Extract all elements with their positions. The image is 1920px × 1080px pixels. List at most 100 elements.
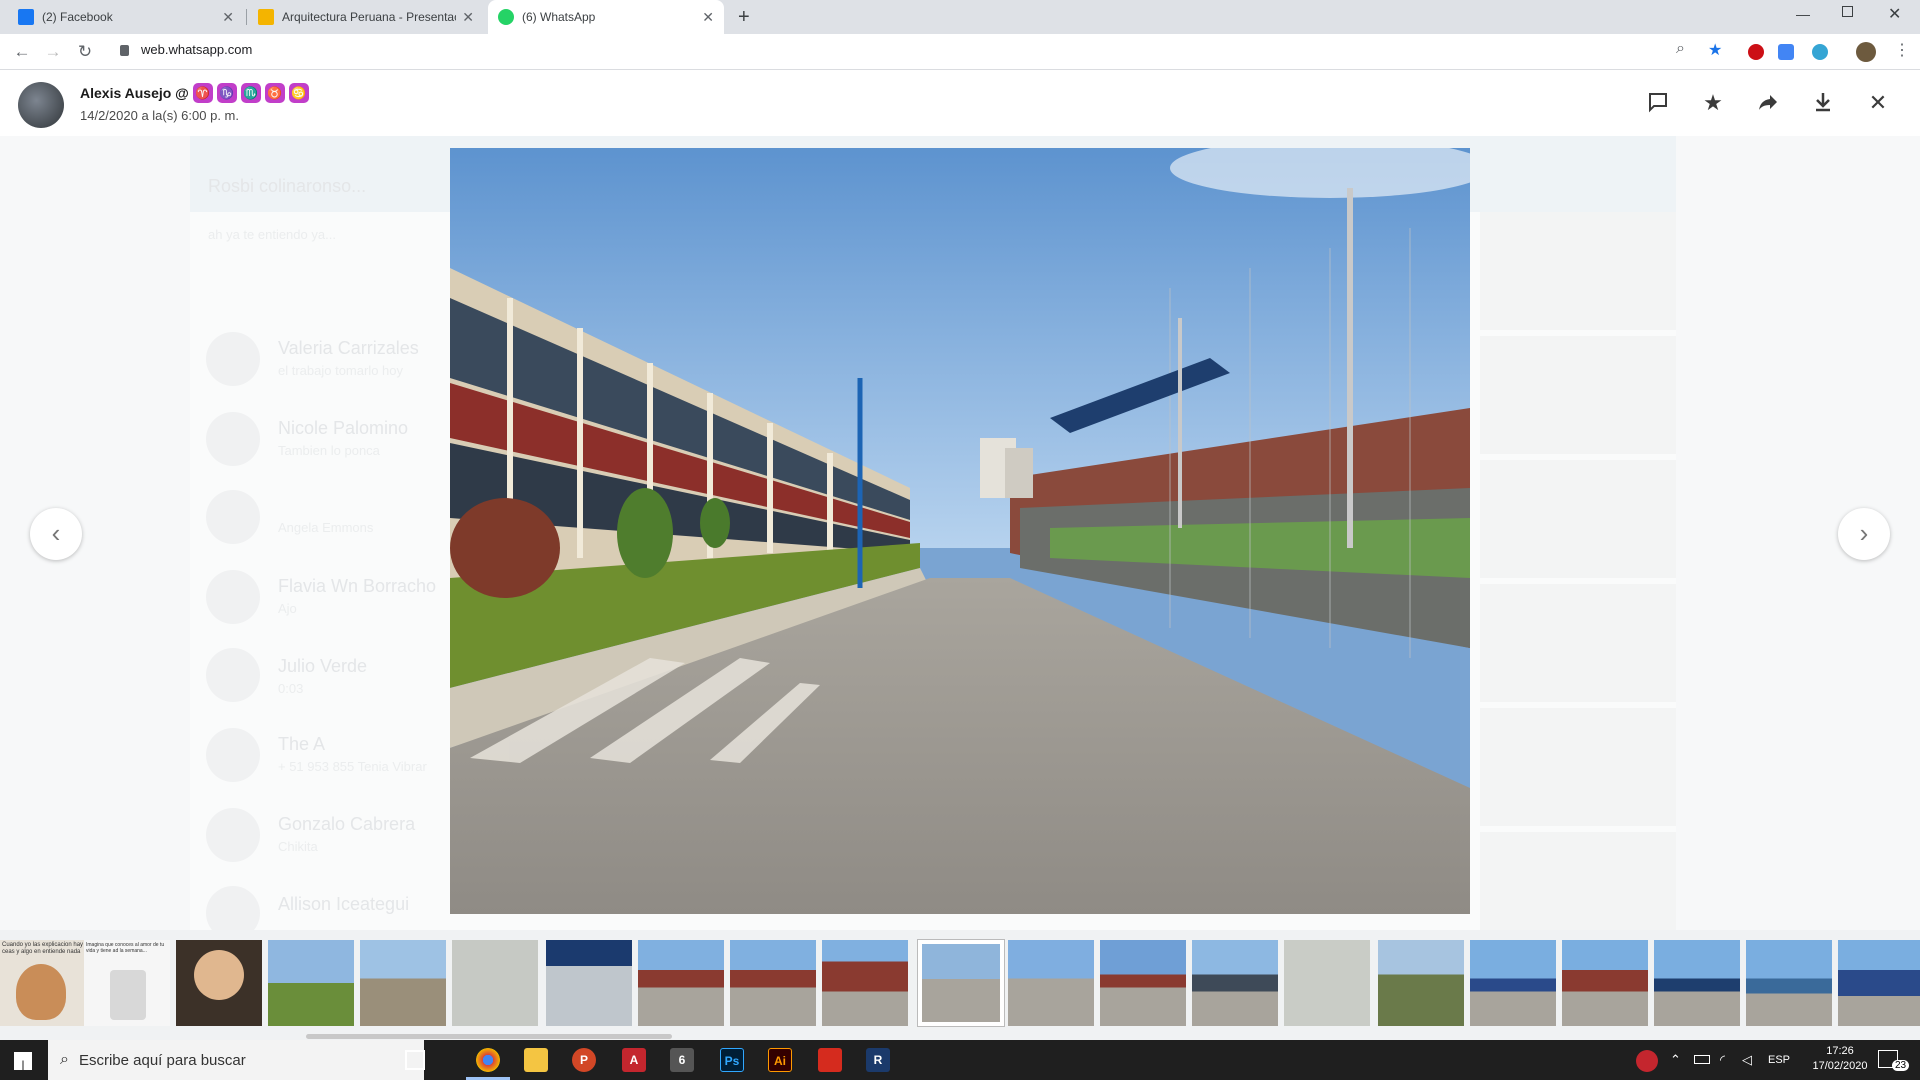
revit-icon[interactable]: R [866,1048,890,1072]
next-media-button[interactable]: › [1838,508,1890,560]
translate-extension-icon[interactable] [1778,44,1794,60]
thumbnail-school-building[interactable] [638,940,724,1026]
close-window-icon[interactable]: ✕ [1888,4,1901,24]
tab-whatsapp[interactable]: (6) WhatsApp ✕ [488,0,724,34]
thumbnail-palm-trees[interactable] [268,940,354,1026]
menu-icon[interactable]: ⋮ [1894,40,1910,60]
powerpoint-icon[interactable]: P [572,1048,596,1072]
thumbnail-school-building[interactable] [730,940,816,1026]
close-tab-icon[interactable]: ✕ [702,9,714,26]
thumbnail-stairs[interactable] [546,940,632,1026]
app-badge-icon[interactable]: 6 [670,1048,694,1072]
star-icon[interactable]: ★ [1700,90,1726,116]
address-bar[interactable]: web.whatsapp.com [141,42,252,57]
search-placeholder: Escribe aquí para buscar [78,1051,246,1069]
tab-title: (2) Facebook [42,10,113,24]
photoshop-icon[interactable]: Ps [720,1048,744,1072]
thumbnail-school-building[interactable] [1100,940,1186,1026]
zoom-icon[interactable]: ⌕ [1676,40,1685,58]
file-explorer-icon[interactable] [524,1048,548,1072]
ghost-chat-preview: Angela Emmons [278,520,374,535]
sender-avatar[interactable] [18,82,64,128]
ghost-avatar [206,332,260,386]
sketchup-icon[interactable] [818,1048,842,1072]
ghost-chat-preview: 0:03 [278,681,304,696]
thumbnail-model[interactable] [452,940,538,1026]
slides-icon [258,9,274,25]
battery-icon[interactable] [1694,1055,1710,1064]
ghost-chat-name: Rosbi colinaronso... [208,176,367,196]
bookmark-star-icon[interactable]: ★ [1708,40,1722,60]
reload-icon[interactable]: ↻ [74,41,96,63]
illustrator-icon[interactable]: Ai [768,1048,792,1072]
thumbnail-school-building[interactable] [1562,940,1648,1026]
thumbnail-blue-dome[interactable] [1838,940,1920,1026]
download-icon[interactable] [1810,90,1836,116]
tab-presentation[interactable]: Arquitectura Peruana - Presentac ✕ [248,0,484,34]
autocad-icon[interactable]: A [622,1048,646,1072]
reply-icon[interactable] [1645,90,1671,116]
thumbnail-blue-dome[interactable] [1470,940,1556,1026]
thumbnail-child-portrait[interactable] [176,940,262,1026]
thumbnail-blue-stand[interactable] [1654,940,1740,1026]
ghost-chat-name: Allison Iceategui [278,894,410,914]
chrome-icon[interactable] [476,1048,500,1072]
thumbnail-scrollbar[interactable] [306,1034,672,1039]
lock-icon[interactable] [120,45,129,56]
thumbnail-gym-building[interactable] [1192,940,1278,1026]
close-tab-icon[interactable]: ✕ [462,9,474,26]
ghost-chat-name: The A [278,734,326,754]
thumbnail-field-fence[interactable] [360,940,446,1026]
thumbnail-blender-meme[interactable]: Imagina que conoces al amor de tu vida y… [84,940,170,1026]
scorpio-emoji: ♏ [240,83,261,103]
close-icon[interactable]: ✕ [1865,90,1891,116]
ghost-chat: Julio Verde 0:03 [278,656,367,696]
thumbnail-caption: Imagina que conoces al amor de tu vida y… [86,942,165,954]
thumbnail-selected-street[interactable] [918,940,1004,1026]
forward-icon[interactable]: → [42,41,64,63]
task-view-icon[interactable] [405,1050,425,1070]
thumbnail-school-building[interactable] [822,940,908,1026]
thumbnail-building[interactable] [1746,940,1832,1026]
minimize-window-icon[interactable]: — [1796,6,1810,22]
wifi-icon[interactable]: ◜ [1720,1052,1725,1068]
ghost-avatar [206,648,260,702]
notification-count: 23 [1892,1060,1910,1071]
opera-extension-icon[interactable] [1748,44,1764,60]
autodesk-tray-icon[interactable] [1636,1050,1658,1072]
taskbar-search[interactable]: ⌕ Escribe aquí para buscar [48,1040,424,1080]
language-indicator[interactable]: ESP [1768,1054,1790,1066]
thumbnail-street[interactable] [1008,940,1094,1026]
new-tab-button[interactable]: + [738,6,750,29]
ghost-avatar [206,570,260,624]
thumbnail-caption: Cuando yo las explicacion hay ceas y alg… [2,942,84,955]
thumbnail-dog-meme[interactable]: Cuando yo las explicacion hay ceas y alg… [0,940,86,1026]
chevron-up-icon[interactable]: ⌃ [1670,1052,1681,1068]
ghost-avatar [206,490,260,544]
tab-facebook[interactable]: (2) Facebook ✕ [8,0,244,34]
extension-icon[interactable] [1812,44,1828,60]
whatsapp-icon [498,9,514,25]
ghost-media-grid [1480,212,1676,930]
clock-date: 17/02/2020 [1812,1060,1868,1072]
thumbnail-model[interactable] [1284,940,1370,1026]
ghost-avatar [206,808,260,862]
maximize-window-icon[interactable] [1842,6,1853,17]
tab-title: (6) WhatsApp [522,10,596,24]
clock[interactable]: 17:26 17/02/2020 [1810,1045,1870,1072]
tab-title: Arquitectura Peruana - Presentac [282,10,457,24]
thumbnail-palm-fence[interactable] [1378,940,1464,1026]
aries-emoji: ♈ [192,83,213,103]
close-tab-icon[interactable]: ✕ [222,9,234,26]
taurus-emoji: ♉ [264,83,285,103]
volume-icon[interactable]: ◁ [1742,1052,1752,1068]
ghost-chat-name: Nicole Palomino [278,418,409,438]
forward-icon[interactable] [1755,90,1781,116]
windows-start-icon[interactable] [14,1052,32,1070]
ghost-chat: The A + 51 953 855 Tenia Vibrar [278,734,427,774]
sender-name: Alexis Ausejo @ ♈ ♑ ♏ ♉ ♋ [80,83,309,103]
back-icon[interactable]: ← [11,41,33,63]
ghost-chat-preview: el trabajo tomarlo hoy [278,363,404,378]
profile-avatar[interactable] [1856,42,1876,62]
previous-media-button[interactable]: ‹ [30,508,82,560]
